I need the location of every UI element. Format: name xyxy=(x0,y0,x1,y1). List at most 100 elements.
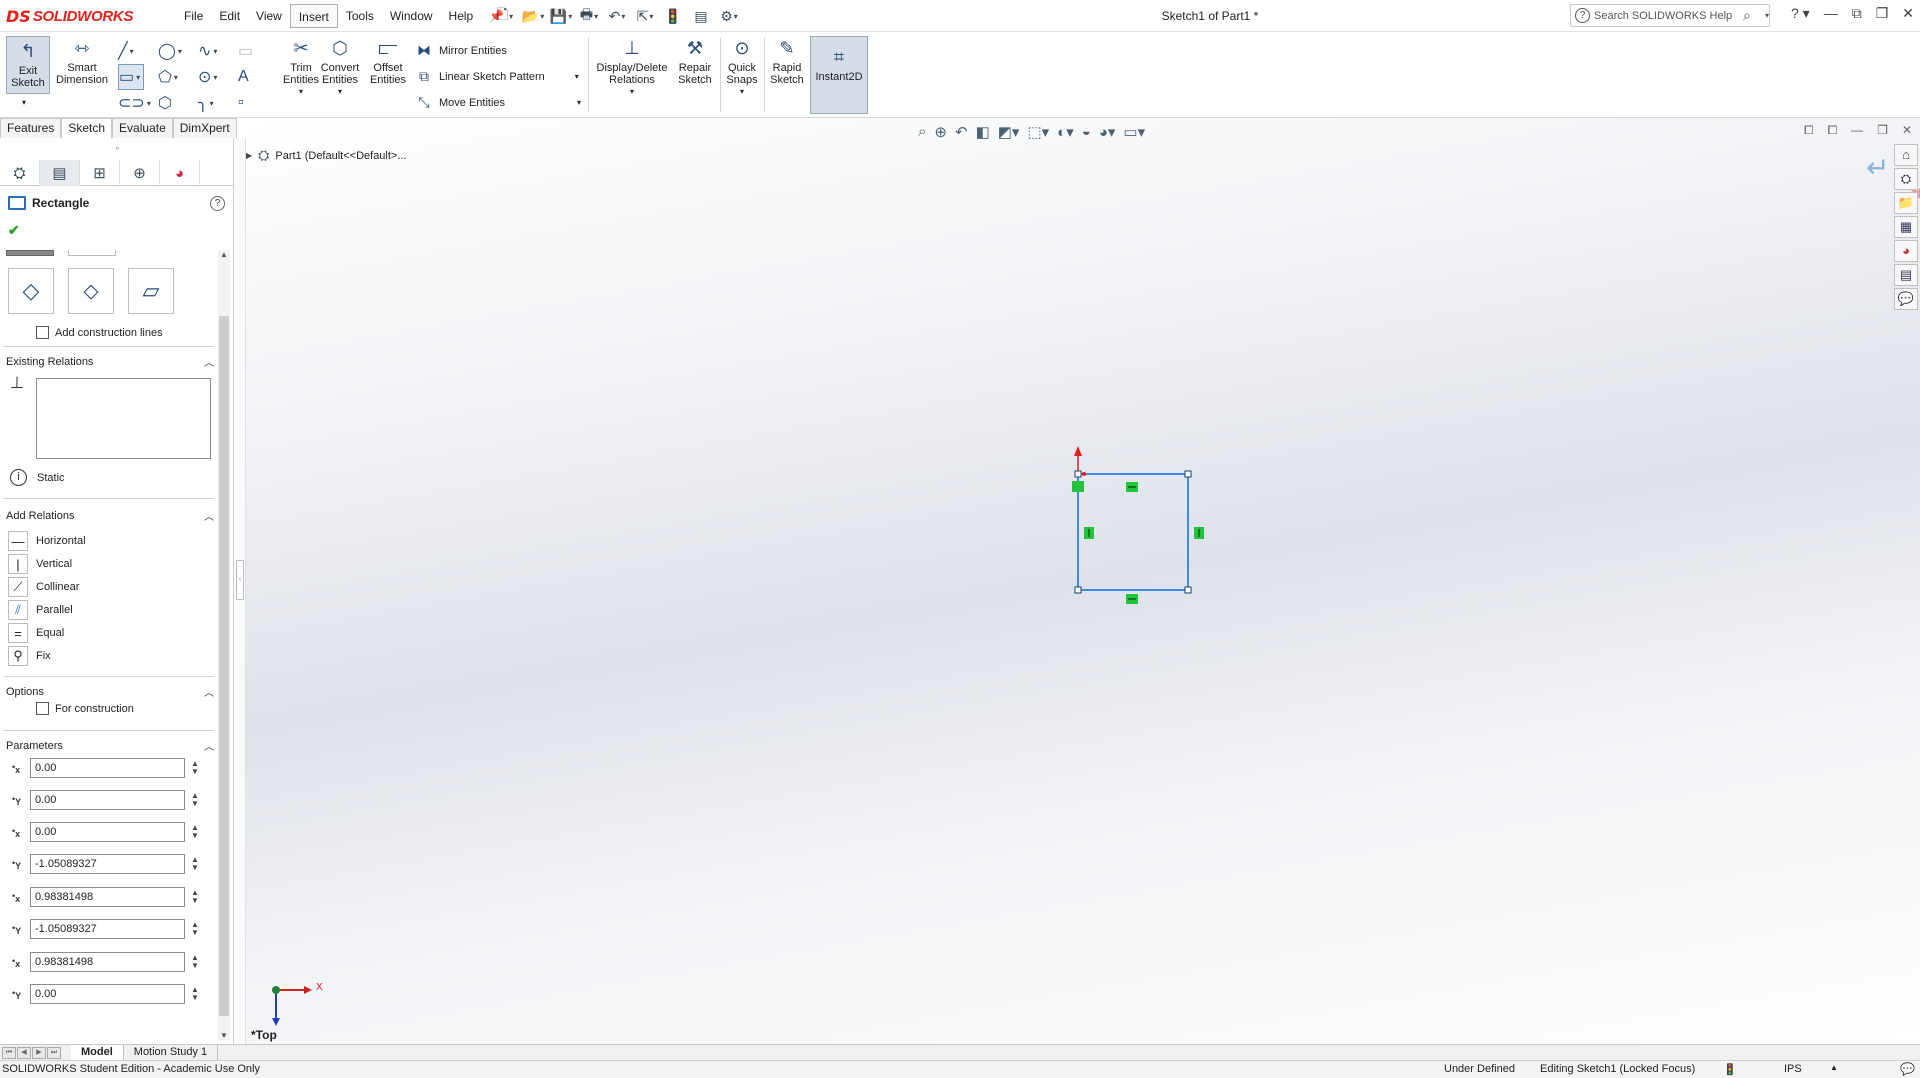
scroll-down-icon[interactable]: ▼ xyxy=(218,1031,230,1040)
parameters-header[interactable]: Parameters ︿ xyxy=(6,738,214,754)
first-tab-icon[interactable]: ⏮ xyxy=(2,1046,16,1059)
line-tool-icon[interactable]: ╱ ▾ xyxy=(118,38,158,64)
spinner-icon[interactable]: ▲ ▼ xyxy=(191,792,199,808)
scroll-up-icon[interactable]: ▲ xyxy=(218,250,230,259)
offset-entities-button[interactable]: ⫍ Offset Entities xyxy=(366,36,410,86)
help-menu-icon[interactable]: ? ▾ xyxy=(1791,5,1810,22)
menu-view[interactable]: View xyxy=(248,4,290,28)
menu-tools[interactable]: Tools xyxy=(338,4,382,28)
repair-sketch-button[interactable]: ⚒ Repair Sketch xyxy=(674,36,716,86)
dimxpert-manager-tab-icon[interactable]: ⊕ xyxy=(120,160,160,186)
next-tab-icon[interactable]: ▶ xyxy=(32,1046,46,1059)
panel-scrollbar[interactable]: ▲ ▼ xyxy=(218,250,230,1040)
existing-relations-header[interactable]: Existing Relations ︿ xyxy=(6,354,214,370)
existing-relations-list[interactable] xyxy=(36,378,211,459)
search-icon[interactable]: ⌕ xyxy=(1743,7,1761,24)
rectangle-type-option[interactable] xyxy=(68,250,116,256)
spinner-icon[interactable]: ▲ ▼ xyxy=(191,824,199,840)
relation-vertical[interactable]: | Vertical xyxy=(8,554,72,574)
restore-icon[interactable]: ❐ xyxy=(1876,5,1889,22)
trim-entities-button[interactable]: ✂ Trim Entities ▾ xyxy=(280,36,322,98)
smart-dimension-button[interactable]: ⇿ Smart Dimension xyxy=(54,36,110,86)
add-construction-lines-checkbox[interactable] xyxy=(36,326,49,339)
spinner-icon[interactable]: ▲ ▼ xyxy=(191,856,199,872)
menu-help[interactable]: Help xyxy=(441,4,482,28)
pattern-dropdown-icon[interactable]: ▾ xyxy=(575,72,579,81)
sketch-canvas[interactable] xyxy=(246,118,1920,1044)
linear-sketch-pattern-button[interactable]: ⧉ Linear Sketch Pattern ▾ xyxy=(415,68,579,85)
menu-file[interactable]: File xyxy=(176,4,211,28)
options-header[interactable]: Options ︿ xyxy=(6,684,214,700)
for-construction-option[interactable]: For construction xyxy=(36,702,134,715)
display-manager-tab-icon[interactable]: ◕ xyxy=(160,160,200,186)
relation-fix[interactable]: ⚲ Fix xyxy=(8,646,51,666)
collapse-panel-handle[interactable]: ‹ xyxy=(236,560,244,600)
search-dropdown-icon[interactable]: ▾ xyxy=(1765,11,1769,20)
undo-icon[interactable]: ↶ ▾ xyxy=(606,6,628,26)
menu-window[interactable]: Window xyxy=(382,4,441,28)
collapse-chevron-icon[interactable]: ︿ xyxy=(204,738,214,753)
feature-manager-tab-icon[interactable]: ⛭ xyxy=(0,160,40,186)
param-y4-input[interactable] xyxy=(30,984,185,1004)
ok-check-icon[interactable]: ✔ xyxy=(8,222,20,239)
3-point-center-rectangle-icon[interactable]: ⬦ xyxy=(68,268,114,314)
collapse-chevron-icon[interactable]: ︿ xyxy=(204,354,214,369)
collapse-chevron-icon[interactable]: ︿ xyxy=(204,684,214,699)
param-x1-input[interactable] xyxy=(30,758,185,778)
relations-dropdown-icon[interactable]: ▾ xyxy=(630,86,634,98)
move-entities-button[interactable]: ⤡ Move Entities ▾ xyxy=(415,94,581,111)
panel-grip-icon[interactable]: ⚬ xyxy=(114,144,121,153)
relation-parallel[interactable]: ⫽ Parallel xyxy=(8,600,73,620)
parallelogram-icon[interactable]: ▱ xyxy=(128,268,174,314)
rectangle-tool-icon[interactable]: ▭ ▾ xyxy=(118,64,144,90)
property-manager-tab-icon[interactable]: ▤ xyxy=(40,160,80,186)
help-search-input[interactable]: Search SOLIDWORKS Help xyxy=(1594,10,1739,22)
help-search-box[interactable]: ? Search SOLIDWORKS Help ⌕ ▾ xyxy=(1570,4,1770,27)
spinner-icon[interactable]: ▲ ▼ xyxy=(191,986,199,1002)
add-construction-lines-option[interactable]: Add construction lines xyxy=(36,326,163,339)
param-x3-input[interactable] xyxy=(30,887,185,907)
save-icon[interactable]: 💾 ▾ xyxy=(550,6,572,26)
polygon-alt-icon[interactable]: ⬡ xyxy=(158,90,198,116)
tab-model[interactable]: Model xyxy=(71,1044,124,1061)
exit-sketch-button[interactable]: ↰ Exit Sketch xyxy=(6,36,50,94)
fillet-tool-icon[interactable]: ╮ ▾ xyxy=(198,90,238,116)
param-y1-input[interactable] xyxy=(30,790,185,810)
help-icon[interactable]: ? xyxy=(210,196,225,211)
units-dropdown-icon[interactable]: ▲ xyxy=(1830,1063,1838,1072)
file-properties-icon[interactable]: ▤ xyxy=(690,6,712,26)
tab-sketch[interactable]: Sketch xyxy=(61,118,113,138)
snaps-dropdown-icon[interactable]: ▾ xyxy=(740,86,744,98)
mirror-entities-button[interactable]: ⧓ Mirror Entities xyxy=(415,42,507,59)
circle-tool-icon[interactable]: ◯ ▾ xyxy=(158,38,198,64)
configuration-manager-tab-icon[interactable]: ⊞ xyxy=(80,160,120,186)
center-rectangle-icon[interactable]: ◇ xyxy=(8,268,54,314)
solidworks-logo[interactable]: DS SOLIDWORKS xyxy=(6,3,154,29)
exit-sketch-dropdown-icon[interactable]: ▾ xyxy=(22,98,26,107)
ellipse-tool-icon[interactable]: ⊙ ▾ xyxy=(198,64,238,90)
rebuild-icon[interactable]: 🚦 xyxy=(662,6,684,26)
param-y2-input[interactable] xyxy=(30,854,185,874)
last-tab-icon[interactable]: ⏭ xyxy=(47,1046,61,1059)
scrollbar-thumb[interactable] xyxy=(219,316,229,1016)
spinner-icon[interactable]: ▲ ▼ xyxy=(191,760,199,776)
close-icon[interactable]: ✕ xyxy=(1902,5,1914,22)
param-x2-input[interactable] xyxy=(30,822,185,842)
customize-status-icon[interactable]: 💬 xyxy=(1900,1062,1915,1076)
print-icon[interactable]: 🖶 ▾ xyxy=(578,6,600,26)
add-relations-header[interactable]: Add Relations ︿ xyxy=(6,508,214,524)
trim-dropdown-icon[interactable]: ▾ xyxy=(299,86,303,98)
slot-tool-icon[interactable]: ⊂⊃ ▾ xyxy=(118,90,158,116)
spline-tool-icon[interactable]: ∿ ▾ xyxy=(198,38,238,64)
tab-features[interactable]: Features xyxy=(0,118,62,138)
tab-evaluate[interactable]: Evaluate xyxy=(112,118,173,138)
select-icon[interactable]: ⇱ ▾ xyxy=(634,6,656,26)
panel-splitter[interactable]: ‹ xyxy=(234,138,246,1044)
spinner-icon[interactable]: ▲ ▼ xyxy=(191,921,199,937)
convert-entities-button[interactable]: ⬡ Convert Entities ▾ xyxy=(318,36,362,98)
rectangle-type-selected[interactable] xyxy=(6,250,54,256)
param-x4-input[interactable] xyxy=(30,952,185,972)
minimize-icon[interactable]: — xyxy=(1824,5,1838,22)
menu-edit[interactable]: Edit xyxy=(211,4,248,28)
spinner-icon[interactable]: ▲ ▼ xyxy=(191,954,199,970)
